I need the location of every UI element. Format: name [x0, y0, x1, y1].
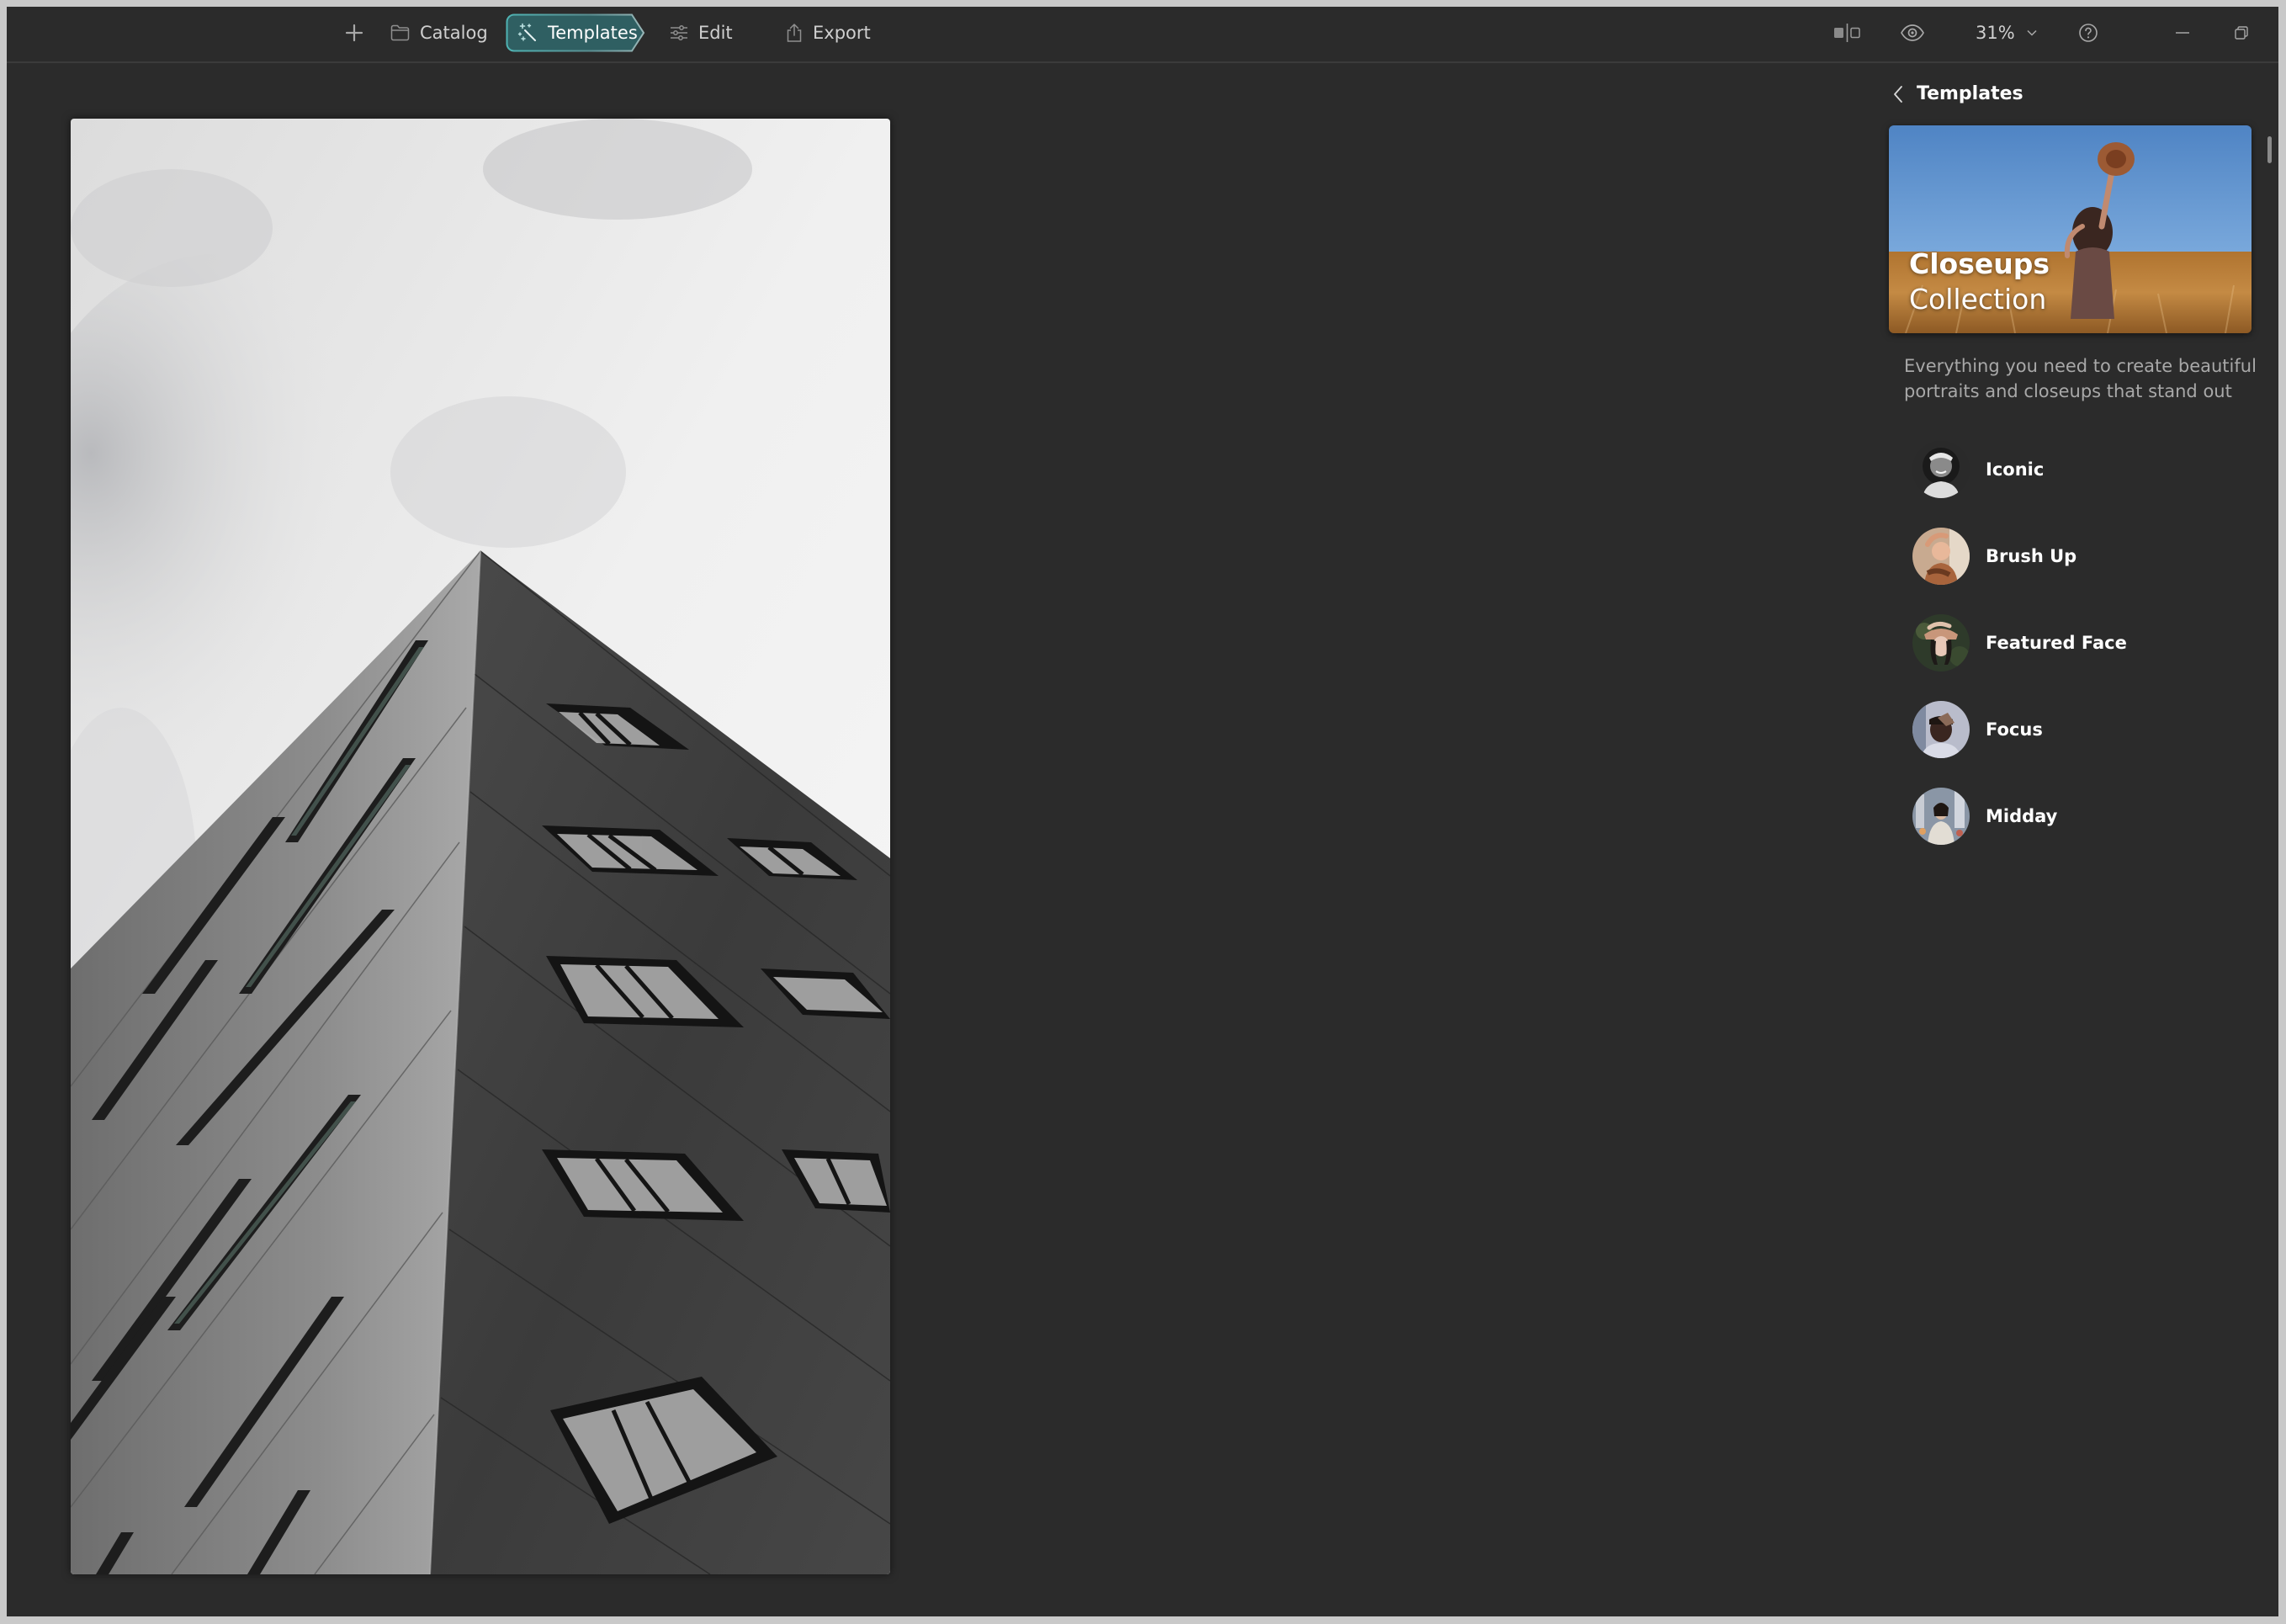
- template-thumbnail: [1912, 788, 1970, 845]
- plus-icon: [345, 24, 363, 42]
- preview-toggle-button[interactable]: [1900, 13, 1925, 52]
- template-item-brush-up[interactable]: Brush Up: [1912, 528, 2249, 585]
- templates-tab[interactable]: Templates: [506, 13, 660, 52]
- panel-scrollbar-thumb[interactable]: [2267, 136, 2272, 163]
- template-name: Featured Face: [1986, 633, 2127, 653]
- template-thumbnail: [1912, 701, 1970, 758]
- magic-wand-icon: [517, 23, 536, 41]
- panel-title: Templates: [1917, 83, 2023, 104]
- help-icon: [2079, 24, 2098, 42]
- template-name: Focus: [1986, 719, 2043, 740]
- template-name: Brush Up: [1986, 546, 2077, 566]
- compare-button[interactable]: [1833, 13, 1863, 52]
- template-item-focus[interactable]: Focus: [1912, 701, 2249, 758]
- collection-title-line1: Closeups: [1909, 247, 2050, 280]
- template-item-featured-face[interactable]: Featured Face: [1912, 614, 2249, 671]
- export-tab[interactable]: Export: [786, 13, 871, 52]
- restore-button[interactable]: [2235, 13, 2248, 52]
- zoom-dropdown[interactable]: 31%: [1976, 13, 2037, 52]
- template-list: Iconic Brush Up Featured Face Focus Midd…: [1912, 441, 2249, 874]
- template-thumbnail: [1912, 528, 1970, 585]
- compare-icon: [1834, 24, 1860, 42]
- template-name: Iconic: [1986, 459, 2045, 480]
- minimize-icon: [2176, 32, 2189, 34]
- folder-icon: [390, 24, 410, 41]
- templates-label: Templates: [548, 23, 638, 43]
- back-to-templates-button[interactable]: Templates: [1893, 83, 2023, 104]
- template-thumbnail: [1912, 614, 1970, 671]
- restore-icon: [2235, 26, 2248, 40]
- catalog-label: Catalog: [420, 23, 488, 43]
- app-window: Catalog Templates Edit Export 31% Templa…: [7, 7, 2278, 1616]
- help-button[interactable]: [2078, 13, 2098, 52]
- collection-hero-card[interactable]: Closeups Collection: [1889, 125, 2252, 333]
- chevron-down-icon: [2027, 29, 2037, 36]
- minimize-button[interactable]: [2176, 13, 2189, 52]
- toolbar: Catalog Templates Edit Export 31%: [7, 7, 2278, 63]
- template-thumbnail: [1912, 441, 1970, 498]
- add-button[interactable]: [342, 13, 367, 52]
- zoom-level: 31%: [1976, 23, 2015, 43]
- sliders-icon: [671, 25, 687, 40]
- export-label: Export: [813, 23, 871, 43]
- catalog-tab[interactable]: Catalog: [390, 13, 488, 52]
- collection-description: Everything you need to create beautiful …: [1904, 356, 2257, 401]
- templates-panel: Templates Closeups Collection Everything…: [1876, 63, 2272, 1616]
- edit-tab[interactable]: Edit: [670, 13, 733, 52]
- collection-title: Closeups Collection: [1909, 247, 2050, 317]
- template-item-midday[interactable]: Midday: [1912, 788, 2249, 845]
- template-name: Midday: [1986, 806, 2058, 826]
- eye-icon: [1901, 24, 1924, 41]
- template-item-iconic[interactable]: Iconic: [1912, 441, 2249, 498]
- canvas-photo[interactable]: [71, 119, 890, 1574]
- share-icon: [787, 24, 802, 42]
- collection-title-line2: Collection: [1909, 283, 2047, 316]
- chevron-left-icon: [1894, 85, 1902, 103]
- building-photo: [71, 119, 890, 1574]
- edit-label: Edit: [698, 23, 733, 43]
